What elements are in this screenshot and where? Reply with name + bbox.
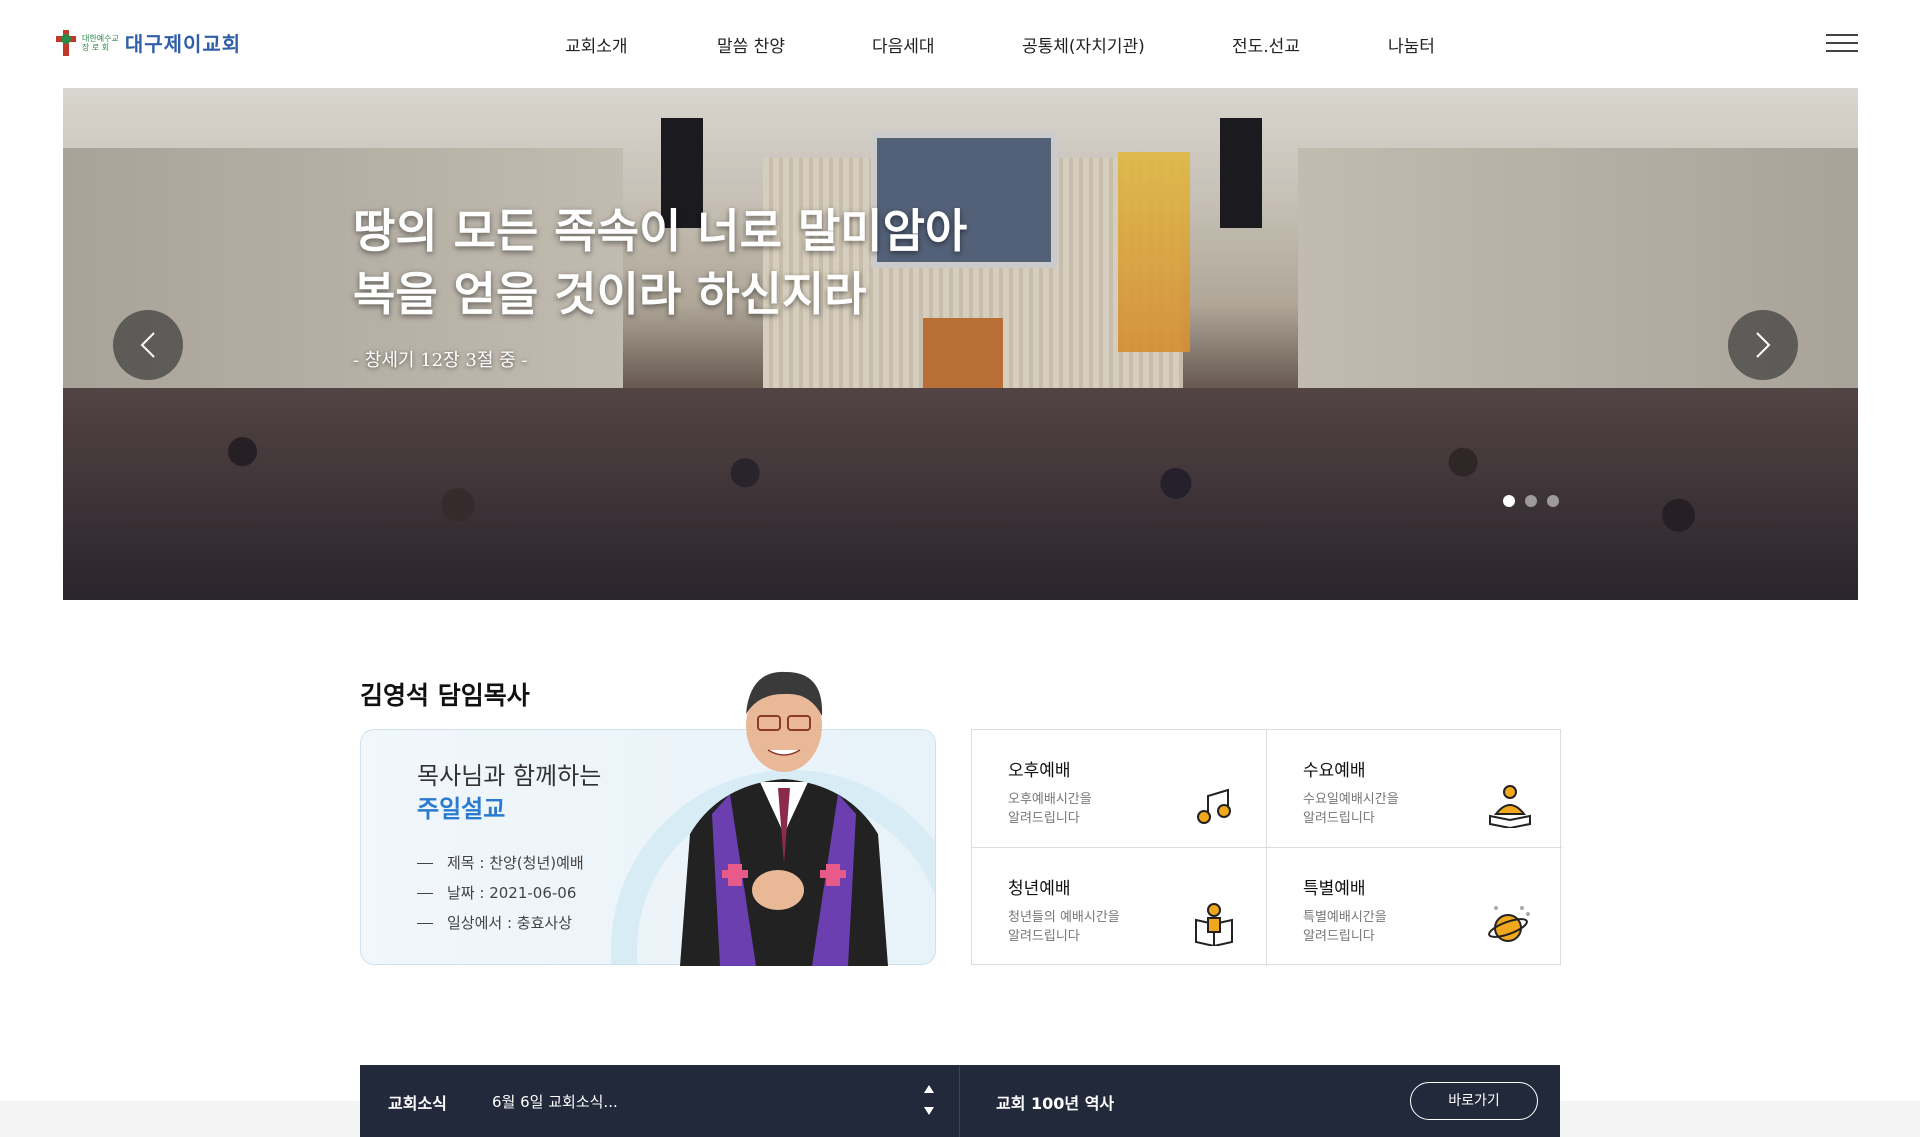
nav-item-next-generation[interactable]: 다음세대 [872, 32, 935, 57]
news-label: 교회소식 [388, 1094, 447, 1113]
caret-down-icon[interactable] [922, 1105, 936, 1117]
worship-item-wednesday[interactable]: 수요예배 수요일예배시간을 알려드립니다 [1267, 730, 1562, 848]
chevron-right-icon [1756, 332, 1771, 358]
slide-dot-1[interactable] [1503, 495, 1515, 507]
worship-item-afternoon[interactable]: 오후예배 오후예배시간을 알려드립니다 [972, 730, 1267, 848]
worship-item-title: 특별예배 [1303, 879, 1366, 899]
nav-item-about[interactable]: 교회소개 [565, 32, 628, 57]
sermon-info-item: 날짜 : 2021-06-06 [417, 878, 584, 908]
hero-subtitle: - 창세기 12장 3절 중 - [353, 350, 528, 371]
worship-item-desc-line1: 오후예배시간을 [1008, 792, 1092, 807]
hamburger-menu-icon[interactable] [1826, 34, 1858, 54]
news-ticker-text[interactable]: 6월 6일 교회소식... [492, 1091, 618, 1112]
history-label: 교회 100년 역사 [996, 1094, 1115, 1113]
worship-item-desc-line1: 청년들의 예배시간을 [1008, 910, 1120, 925]
worship-item-title: 오후예배 [1008, 761, 1071, 781]
worship-item-desc-line2: 알려드립니다 [1303, 929, 1375, 944]
dash-icon [417, 893, 433, 894]
nav-item-sharing[interactable]: 나눔터 [1388, 32, 1435, 57]
sermon-info-item: 일상에서 : 충효사상 [417, 908, 584, 938]
hero-title: 땅의 모든 족속이 너로 말미암아 복을 얻을 것이라 하신지라 [353, 200, 967, 326]
dash-icon [417, 923, 433, 924]
news-divider [959, 1065, 960, 1137]
worship-item-desc: 청년들의 예배시간을 알려드립니다 [1008, 908, 1158, 946]
hero-title-line1: 땅의 모든 족속이 너로 말미암아 [353, 204, 968, 258]
sermon-info-list: 제목 : 찬양(청년)예배 날짜 : 2021-06-06 일상에서 : 충효사… [417, 848, 584, 938]
chevron-left-icon [140, 332, 155, 358]
pastor-portrait [680, 671, 888, 966]
worship-item-desc: 오후예배시간을 알려드립니다 [1008, 790, 1158, 828]
slide-dot-2[interactable] [1525, 495, 1537, 507]
sermon-heading: 목사님과 함께하는 주일설교 [417, 760, 601, 826]
sermon-topic-text: 일상에서 : 충효사상 [447, 914, 572, 932]
main-nav: 교회소개 말씀 찬양 다음세대 공통체(자치기관) 전도.선교 나눔터 [0, 32, 1920, 60]
caret-up-icon[interactable] [922, 1083, 936, 1095]
worship-item-desc-line2: 알려드립니다 [1303, 811, 1375, 826]
open-book-person-icon [1195, 903, 1233, 946]
sermon-heading-accent: 주일설교 [417, 795, 506, 823]
hero-title-line2: 복을 얻을 것이라 하신지라 [353, 267, 867, 321]
worship-schedule-grid: 오후예배 오후예배시간을 알려드립니다 수요예배 수요일예배시간을 알려드립니다… [971, 729, 1562, 966]
nav-item-community[interactable]: 공통체(자치기관) [1022, 32, 1145, 57]
sermon-heading-text: 목사님과 함께하는 [417, 762, 602, 790]
worship-item-desc: 수요일예배시간을 알려드립니다 [1303, 790, 1453, 828]
reading-person-icon [1489, 785, 1531, 828]
sermon-info-item: 제목 : 찬양(청년)예배 [417, 848, 584, 878]
menu-bar-line [1826, 34, 1858, 36]
nav-item-mission[interactable]: 전도.선교 [1232, 32, 1300, 57]
dash-icon [417, 863, 433, 864]
menu-bar-line [1826, 42, 1858, 44]
slide-pagination [1503, 495, 1559, 507]
worship-item-title: 수요예배 [1303, 761, 1366, 781]
worship-item-desc: 특별예배시간을 알려드립니다 [1303, 908, 1453, 946]
sermon-date-text: 날짜 : 2021-06-06 [447, 884, 577, 902]
hero-overlay [63, 88, 1858, 600]
worship-item-desc-line2: 알려드립니다 [1008, 929, 1080, 944]
worship-item-youth[interactable]: 청년예배 청년들의 예배시간을 알려드립니다 [972, 848, 1267, 966]
planet-icon [1488, 906, 1530, 942]
worship-item-desc-line1: 수요일예배시간을 [1303, 792, 1399, 807]
worship-item-desc-line1: 특별예배시간을 [1303, 910, 1387, 925]
hero-slider: 땅의 모든 족속이 너로 말미암아 복을 얻을 것이라 하신지라 - 창세기 1… [63, 88, 1858, 600]
site-header: 대한예수교 장 로 회 대구제이교회 교회소개 말씀 찬양 다음세대 공통체(자… [0, 0, 1920, 88]
pastor-title: 김영석 담임목사 [360, 681, 530, 710]
worship-item-desc-line2: 알려드립니다 [1008, 811, 1080, 826]
menu-bar-line [1826, 50, 1858, 52]
sermon-title-text: 제목 : 찬양(청년)예배 [447, 854, 584, 872]
music-note-icon [1197, 788, 1231, 824]
next-slide-button[interactable] [1728, 310, 1798, 380]
slide-dot-3[interactable] [1547, 495, 1559, 507]
worship-item-title: 청년예배 [1008, 879, 1071, 899]
news-bar: 교회소식 6월 6일 교회소식... 교회 100년 역사 바로가기 [360, 1065, 1560, 1137]
nav-item-word-praise[interactable]: 말씀 찬양 [717, 32, 785, 57]
prev-slide-button[interactable] [113, 310, 183, 380]
worship-item-special[interactable]: 특별예배 특별예배시간을 알려드립니다 [1267, 848, 1562, 966]
go-button[interactable]: 바로가기 [1410, 1082, 1538, 1120]
